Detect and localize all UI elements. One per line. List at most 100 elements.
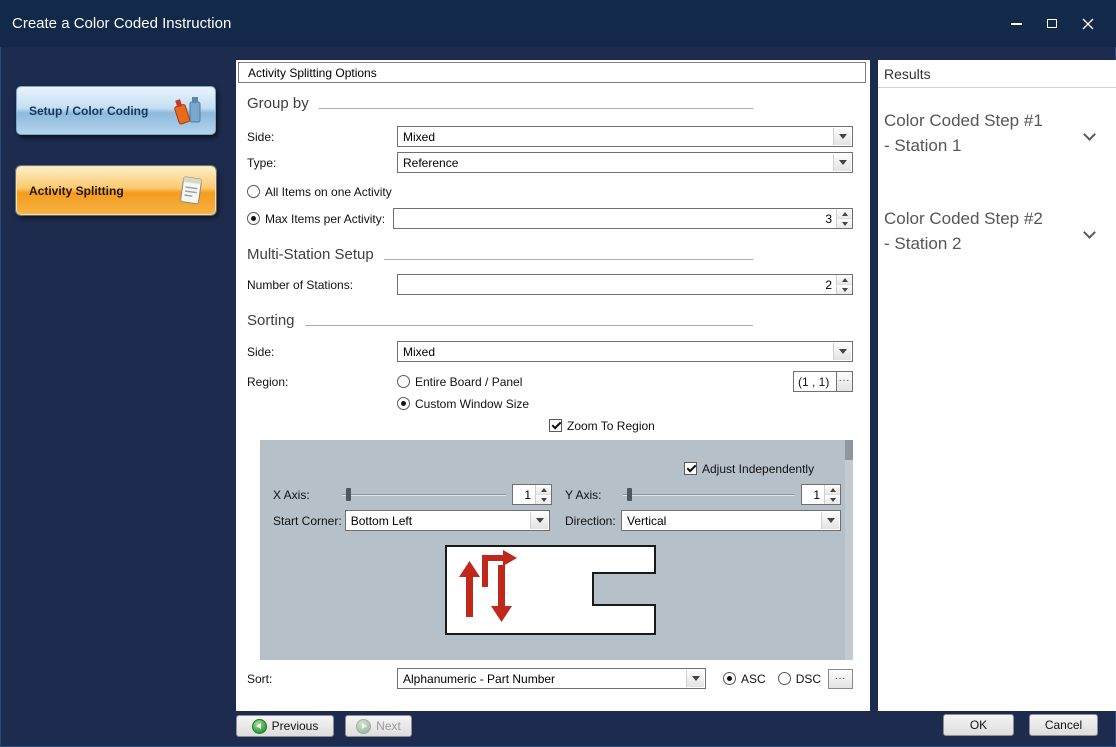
x-axis-row: X Axis: 1 — [273, 484, 552, 505]
maximize-button[interactable] — [1042, 14, 1062, 34]
close-button[interactable] — [1078, 14, 1098, 34]
sort-label: Sort: — [247, 672, 397, 686]
title-bar: Create a Color Coded Instruction — [0, 0, 1116, 47]
ok-button-label: OK — [970, 718, 987, 732]
direction-label: Direction: — [565, 514, 618, 528]
chevron-down-icon — [833, 128, 851, 145]
stations-row: Number of Stations: 2 — [247, 274, 853, 295]
next-button[interactable]: Next — [345, 715, 412, 737]
group-side-dropdown[interactable]: Mixed — [397, 126, 853, 147]
custom-window-panel: Adjust Independently X Axis: 1 Y Axis: — [260, 440, 853, 660]
options-header: Activity Splitting Options — [238, 62, 866, 83]
start-corner-row: Start Corner: Bottom Left — [273, 510, 550, 531]
section-title: Group by — [247, 95, 309, 113]
minimize-button[interactable] — [1006, 14, 1026, 34]
y-axis-slider[interactable] — [621, 487, 797, 503]
result-item-step2[interactable]: Color Coded Step #2 - Station 2 — [884, 206, 1110, 270]
zoom-to-region-checkbox[interactable] — [549, 419, 562, 432]
direction-dropdown[interactable]: Vertical — [621, 510, 841, 531]
chevron-down-icon — [530, 512, 548, 529]
direction-row: Direction: Vertical — [565, 510, 841, 531]
asc-radio[interactable] — [723, 672, 736, 685]
stations-input[interactable]: 2 — [397, 274, 853, 295]
region-label: Region: — [247, 375, 397, 389]
direction-preview-diagram — [445, 545, 657, 636]
region-coordinate-value: (1 , 1) — [793, 371, 836, 392]
spin-down-button[interactable] — [837, 219, 852, 228]
results-panel: Results Color Coded Step #1 - Station 1 … — [878, 60, 1116, 711]
entire-board-radio[interactable] — [397, 375, 410, 388]
custom-window-radio[interactable] — [397, 397, 410, 410]
max-items-radio[interactable] — [247, 212, 260, 225]
previous-button-label: Previous — [272, 719, 319, 733]
spin-up-button[interactable] — [837, 209, 852, 219]
cancel-button-label: Cancel — [1045, 718, 1082, 732]
chevron-down-icon — [833, 343, 851, 360]
slider-thumb[interactable] — [346, 488, 351, 501]
options-header-label: Activity Splitting Options — [248, 66, 377, 80]
asc-radio-label: ASC — [741, 672, 766, 686]
entire-board-radio-label: Entire Board / Panel — [415, 375, 522, 389]
x-axis-slider[interactable] — [340, 487, 508, 503]
start-corner-dropdown[interactable]: Bottom Left — [345, 510, 550, 531]
spin-up-button[interactable] — [536, 485, 551, 495]
group-side-row: Side: Mixed — [247, 126, 853, 147]
dsc-radio[interactable] — [778, 672, 791, 685]
results-divider — [878, 87, 1116, 88]
y-axis-row: Y Axis: 1 — [565, 484, 841, 505]
x-axis-input[interactable]: 1 — [512, 484, 552, 505]
window-title: Create a Color Coded Instruction — [12, 15, 231, 32]
slider-track — [342, 494, 506, 496]
scrollbar-thumb[interactable] — [845, 440, 853, 460]
region-browse-button[interactable]: ... — [836, 371, 853, 392]
result-item-step1[interactable]: Color Coded Step #1 - Station 1 — [884, 108, 1110, 172]
cancel-button[interactable]: Cancel — [1029, 714, 1098, 736]
slider-thumb[interactable] — [627, 488, 632, 501]
spin-down-button[interactable] — [825, 495, 840, 504]
x-axis-value: 1 — [513, 488, 535, 502]
options-panel: Activity Splitting Options Group by Side… — [236, 60, 870, 711]
sort-side-dropdown[interactable]: Mixed — [397, 341, 853, 362]
sidebar-item-setup-color-coding[interactable]: Setup / Color Coding — [16, 86, 216, 135]
spin-up-button[interactable] — [825, 485, 840, 495]
section-divider — [305, 325, 753, 326]
dropdown-value: Alphanumeric - Part Number — [403, 672, 555, 686]
section-divider — [384, 259, 753, 260]
section-multi-station: Multi-Station Setup — [247, 246, 753, 264]
zoom-to-region-label: Zoom To Region — [567, 419, 655, 433]
adjust-independently-checkbox[interactable] — [684, 462, 697, 475]
section-group-by: Group by — [247, 95, 753, 113]
y-axis-input[interactable]: 1 — [801, 484, 841, 505]
start-corner-label: Start Corner: — [273, 514, 342, 528]
chevron-down-icon — [833, 154, 851, 171]
sort-dropdown[interactable]: Alphanumeric - Part Number — [397, 668, 706, 689]
max-items-value: 3 — [394, 212, 836, 226]
sort-side-row: Side: Mixed — [247, 341, 853, 362]
section-title: Sorting — [247, 312, 295, 330]
section-sorting: Sorting — [247, 312, 753, 330]
maximize-icon — [1047, 19, 1057, 28]
spin-down-button[interactable] — [837, 285, 852, 294]
spin-up-button[interactable] — [837, 275, 852, 285]
sort-row: Sort: Alphanumeric - Part Number ASC DSC… — [247, 668, 853, 689]
side-label: Side: — [247, 345, 397, 359]
chevron-down-icon — [686, 670, 704, 687]
panel-scrollbar[interactable] — [845, 440, 853, 660]
group-type-dropdown[interactable]: Reference — [397, 152, 853, 173]
ok-button[interactable]: OK — [943, 714, 1014, 736]
section-divider — [319, 108, 753, 109]
side-label: Side: — [247, 130, 397, 144]
sort-options-button[interactable]: ... — [828, 669, 853, 689]
stations-value: 2 — [398, 278, 836, 292]
all-items-radio[interactable] — [247, 185, 260, 198]
spin-down-button[interactable] — [536, 495, 551, 504]
dropdown-value: Vertical — [627, 514, 666, 528]
max-items-radio-label: Max Items per Activity: — [265, 212, 393, 226]
x-axis-label: X Axis: — [273, 488, 337, 502]
stations-label: Number of Stations: — [247, 278, 397, 292]
section-title: Multi-Station Setup — [247, 246, 374, 264]
sidebar-item-activity-splitting[interactable]: Activity Splitting — [16, 166, 216, 215]
previous-button[interactable]: Previous — [236, 715, 334, 737]
result-item-line2: - Station 1 — [884, 133, 1110, 158]
max-items-input[interactable]: 3 — [393, 208, 853, 229]
